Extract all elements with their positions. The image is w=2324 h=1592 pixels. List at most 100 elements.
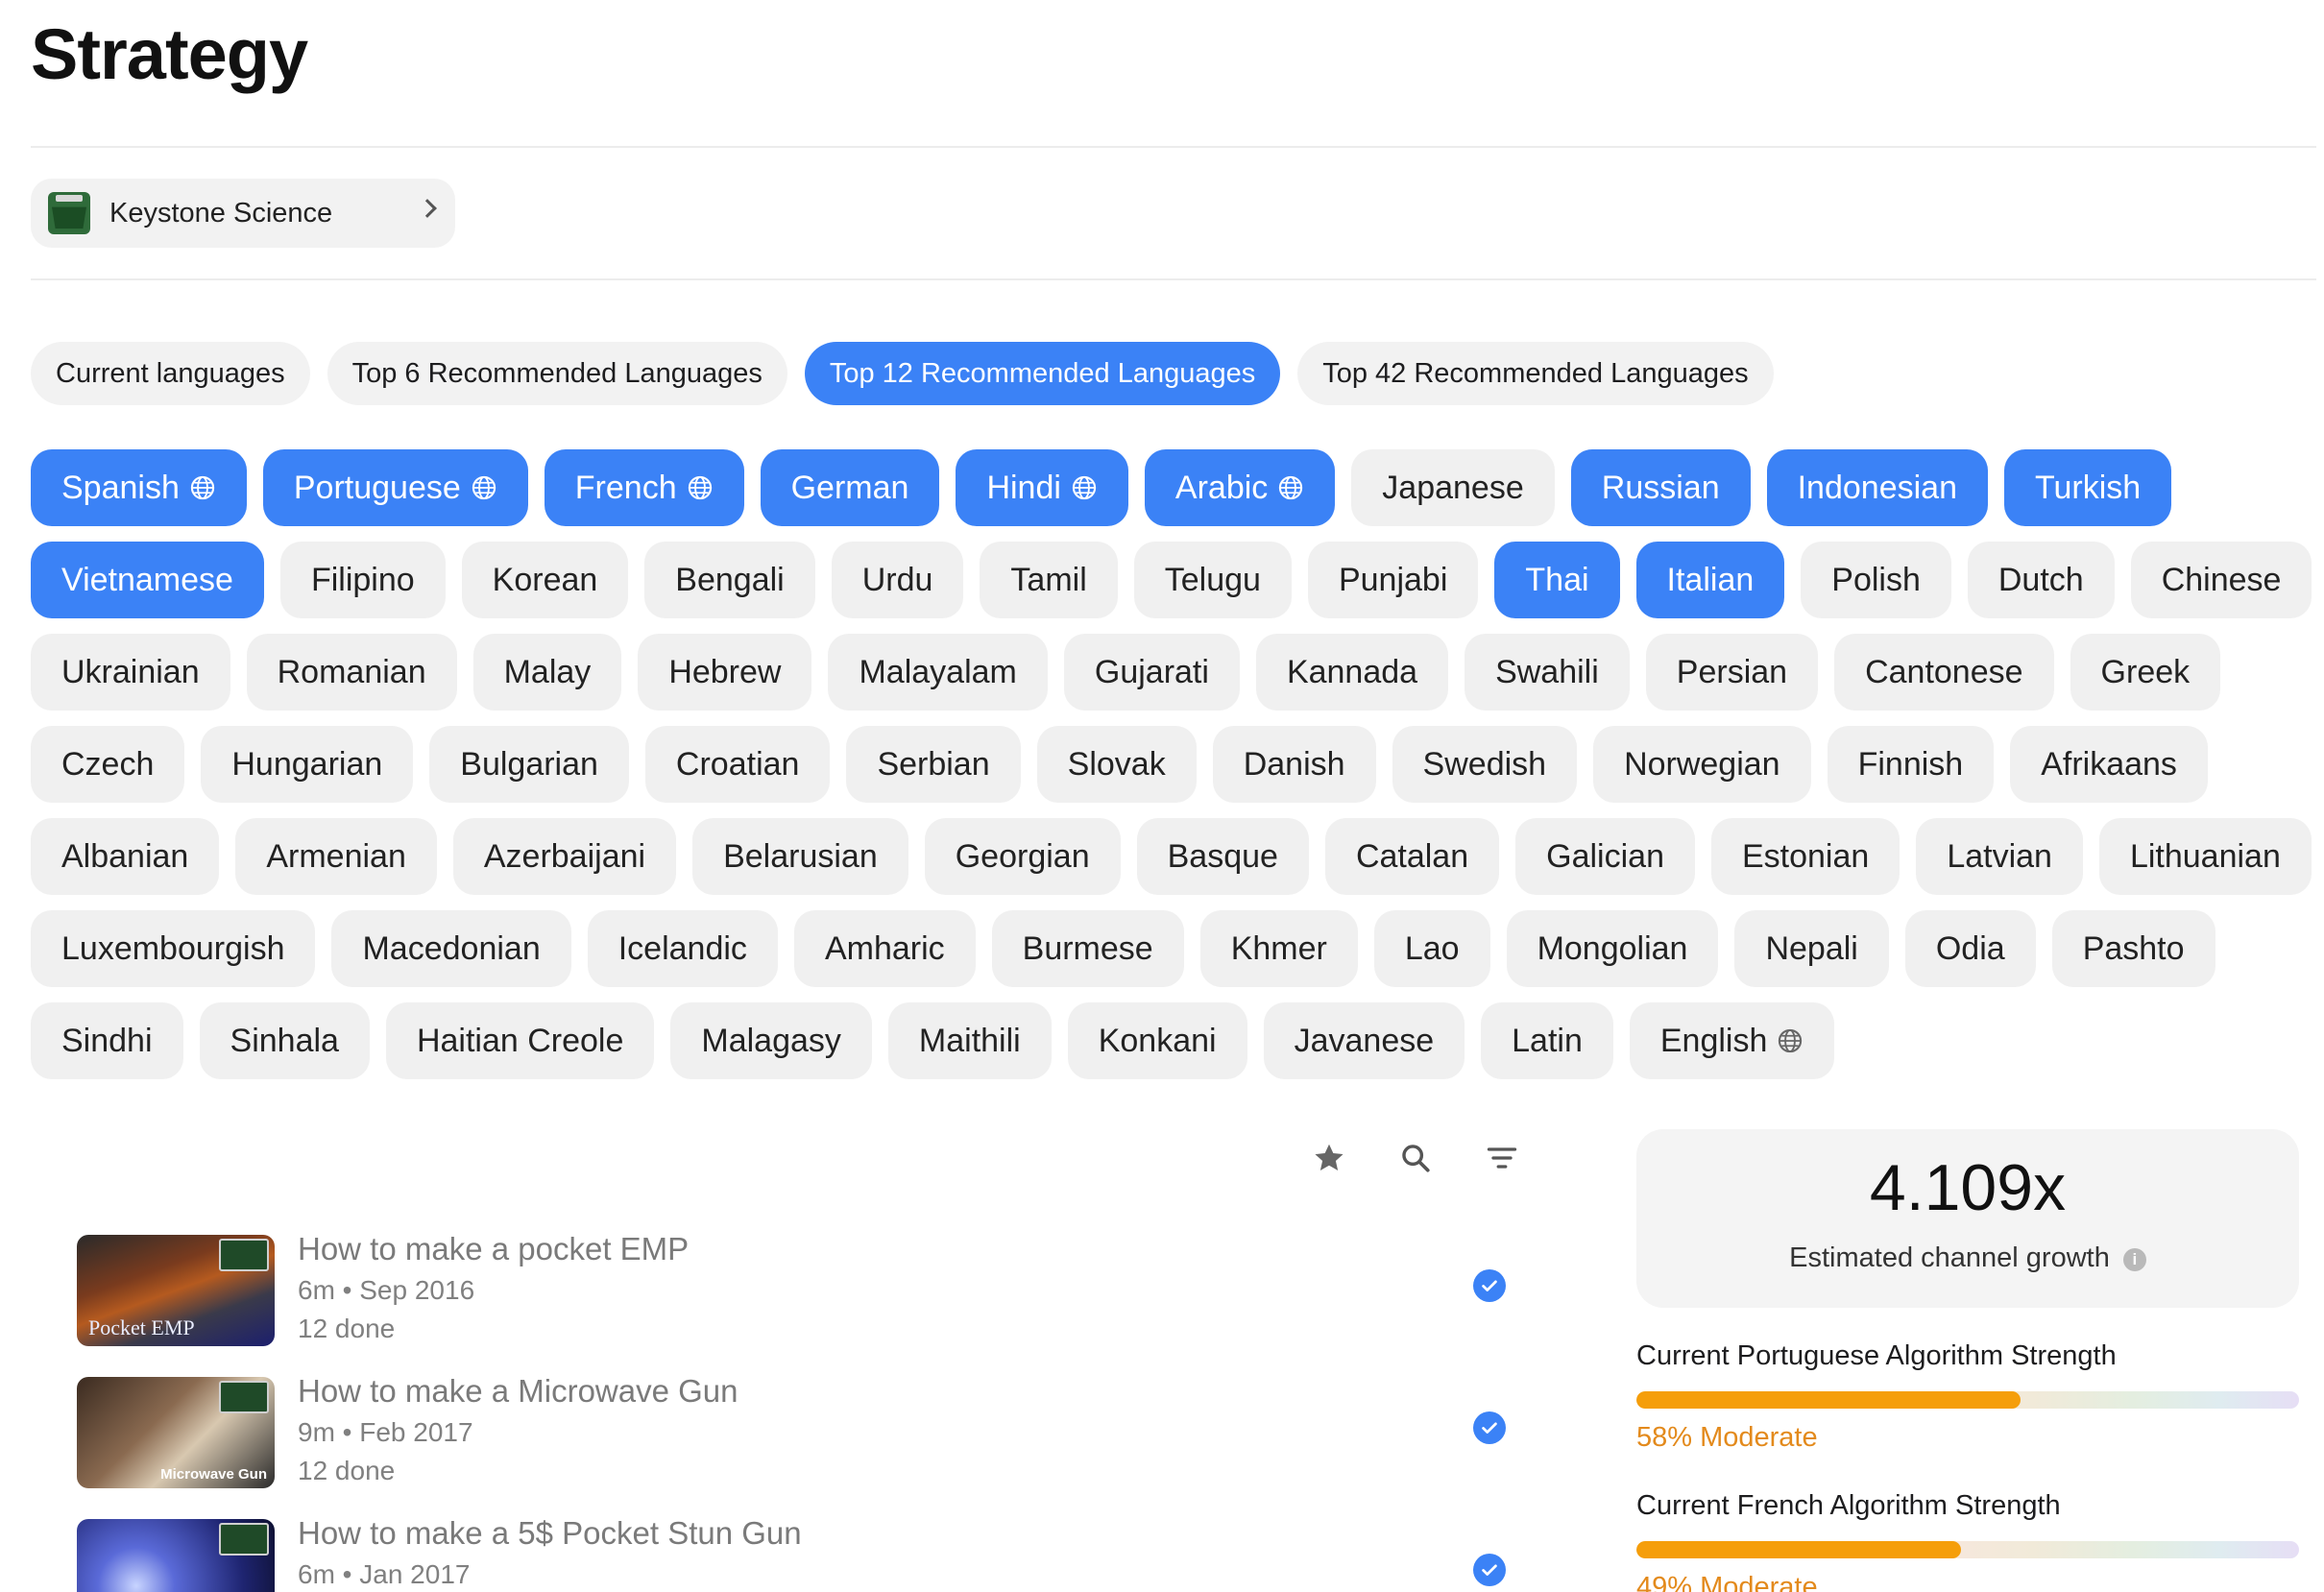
video-row[interactable]: 5$ How to make a 5$ Pocket Stun Gun 6m • J… [77, 1515, 1527, 1592]
language-chip[interactable]: Polish [1801, 542, 1951, 618]
language-chip[interactable]: Burmese [991, 910, 1184, 987]
language-chip[interactable]: Nepali [1734, 910, 1889, 987]
language-chip[interactable]: Greek [2070, 634, 2221, 711]
language-chip[interactable]: Punjabi [1307, 542, 1479, 618]
language-chip[interactable]: Icelandic [587, 910, 778, 987]
language-chip[interactable]: Sinhala [199, 1002, 370, 1079]
language-chip[interactable]: Odia [1904, 910, 2036, 987]
language-chip[interactable]: Armenian [235, 818, 437, 895]
video-thumbnail[interactable]: Microwave Gun [77, 1377, 275, 1488]
preset-tab[interactable]: Current languages [31, 342, 310, 405]
language-chip-label: Macedonian [362, 929, 541, 967]
language-chip[interactable]: Filipino [279, 542, 446, 618]
language-chip[interactable]: Serbian [846, 726, 1021, 803]
checkmark-icon[interactable] [1473, 1269, 1506, 1302]
language-chip[interactable]: Lithuanian [2098, 818, 2312, 895]
language-chip[interactable]: Belarusian [692, 818, 908, 895]
language-chip[interactable]: Japanese [1351, 449, 1555, 526]
language-chip[interactable]: Amharic [793, 910, 976, 987]
video-row[interactable]: Pocket EMP How to make a pocket EMP 6m • S… [77, 1231, 1527, 1373]
language-chip[interactable]: Norwegian [1593, 726, 1811, 803]
language-chip[interactable]: Indonesian [1766, 449, 1988, 526]
info-icon[interactable]: i [2122, 1248, 2146, 1271]
search-icon[interactable] [1396, 1139, 1435, 1177]
language-chip[interactable]: Azerbaijani [452, 818, 677, 895]
language-chip[interactable]: Spanish [31, 449, 247, 526]
language-chip[interactable]: German [760, 449, 940, 526]
language-chip[interactable]: Galician [1515, 818, 1695, 895]
video-title[interactable]: How to make a Microwave Gun [298, 1373, 738, 1410]
language-chip[interactable]: Dutch [1967, 542, 2115, 618]
language-chip[interactable]: Javanese [1263, 1002, 1465, 1079]
language-chip[interactable]: Haitian Creole [385, 1002, 655, 1079]
language-chip[interactable]: Italian [1635, 542, 1785, 618]
language-chip[interactable]: French [544, 449, 744, 526]
language-chip[interactable]: Czech [31, 726, 185, 803]
preset-tab[interactable]: Top 6 Recommended Languages [327, 342, 787, 405]
language-chip[interactable]: Ukrainian [31, 634, 230, 711]
language-chip[interactable]: Hungarian [201, 726, 414, 803]
star-icon[interactable] [1310, 1139, 1348, 1177]
language-chip[interactable]: Swahili [1465, 634, 1630, 711]
language-chip[interactable]: Luxembourgish [31, 910, 316, 987]
checkmark-icon[interactable] [1473, 1411, 1506, 1444]
language-chip[interactable]: Romanian [246, 634, 457, 711]
language-chip[interactable]: Georgian [924, 818, 1121, 895]
language-chip[interactable]: Arabic [1144, 449, 1336, 526]
language-chip[interactable]: Tamil [980, 542, 1118, 618]
language-chip[interactable]: Hindi [956, 449, 1128, 526]
language-chip[interactable]: Telugu [1133, 542, 1292, 618]
language-chip[interactable]: Malay [472, 634, 622, 711]
language-chip[interactable]: Slovak [1036, 726, 1197, 803]
language-chip[interactable]: Finnish [1827, 726, 1995, 803]
language-chip[interactable]: Cantonese [1834, 634, 2054, 711]
language-chip[interactable]: Malayalam [828, 634, 1048, 711]
language-chip[interactable]: Hebrew [638, 634, 812, 711]
language-chip[interactable]: Catalan [1324, 818, 1500, 895]
language-chip[interactable]: English [1629, 1002, 1835, 1079]
language-chip[interactable]: Vietnamese [31, 542, 264, 618]
language-chip[interactable]: Sindhi [31, 1002, 183, 1079]
language-chip[interactable]: Mongolian [1506, 910, 1719, 987]
language-chip[interactable]: Bengali [644, 542, 815, 618]
language-chip[interactable]: Portuguese [262, 449, 528, 526]
language-chip[interactable]: Persian [1645, 634, 1819, 711]
video-thumbnail[interactable]: Pocket EMP [77, 1235, 275, 1346]
language-chip[interactable]: Danish [1212, 726, 1376, 803]
checkmark-icon[interactable] [1473, 1554, 1506, 1586]
language-chip[interactable]: Latvian [1916, 818, 2083, 895]
language-chip[interactable]: Urdu [831, 542, 964, 618]
language-chip[interactable]: Turkish [2003, 449, 2172, 526]
video-row[interactable]: Microwave Gun How to make a Microwave Gun… [77, 1373, 1527, 1515]
language-chip[interactable]: Latin [1481, 1002, 1613, 1079]
language-chip[interactable]: Korean [461, 542, 629, 618]
language-chip[interactable]: Kannada [1255, 634, 1449, 711]
video-title[interactable]: How to make a 5$ Pocket Stun Gun [298, 1515, 802, 1552]
video-thumbnail[interactable]: 5$ [77, 1519, 275, 1592]
preset-tab[interactable]: Top 42 Recommended Languages [1297, 342, 1774, 405]
language-chip[interactable]: Swedish [1392, 726, 1578, 803]
language-chip[interactable]: Russian [1570, 449, 1751, 526]
language-chip[interactable]: Bulgarian [429, 726, 629, 803]
language-chip[interactable]: Afrikaans [2010, 726, 2208, 803]
language-chip[interactable]: Lao [1373, 910, 1490, 987]
language-chip[interactable]: Albanian [31, 818, 220, 895]
video-title[interactable]: How to make a pocket EMP [298, 1231, 689, 1267]
language-chip[interactable]: Gujarati [1063, 634, 1240, 711]
language-chip[interactable]: Chinese [2130, 542, 2312, 618]
divider [31, 146, 2316, 148]
language-chip[interactable]: Konkani [1067, 1002, 1247, 1079]
filter-icon[interactable] [1483, 1139, 1521, 1177]
language-chip[interactable]: Khmer [1199, 910, 1358, 987]
language-chip[interactable]: Croatian [644, 726, 831, 803]
preset-tab[interactable]: Top 12 Recommended Languages [804, 342, 1281, 405]
language-chip[interactable]: Malagasy [670, 1002, 872, 1079]
language-chip[interactable]: Pashto [2051, 910, 2215, 987]
language-chip[interactable]: Basque [1136, 818, 1309, 895]
language-chip[interactable]: Maithili [887, 1002, 1052, 1079]
language-chip[interactable]: Thai [1494, 542, 1620, 618]
language-chip-label: Albanian [61, 837, 189, 875]
channel-selector-button[interactable]: Keystone Science [31, 179, 455, 248]
language-chip[interactable]: Estonian [1710, 818, 1900, 895]
language-chip[interactable]: Macedonian [331, 910, 571, 987]
